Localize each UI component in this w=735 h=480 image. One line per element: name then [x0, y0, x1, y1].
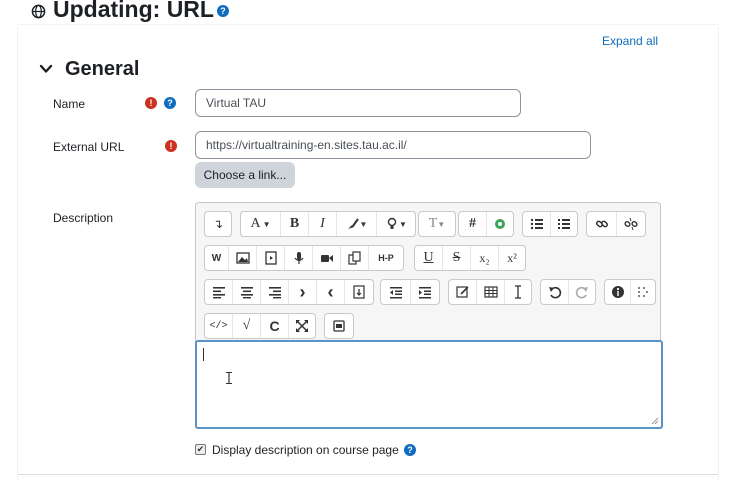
- align-left-icon[interactable]: [205, 280, 233, 304]
- html-code-icon[interactable]: </>: [205, 314, 233, 338]
- external-url-input[interactable]: https://virtualtraining-en.sites.tau.ac.…: [195, 131, 591, 159]
- image-icon[interactable]: [229, 246, 257, 270]
- word-import-icon[interactable]: W: [205, 246, 229, 270]
- choose-link-button[interactable]: Choose a link...: [195, 162, 295, 188]
- rtl-icon[interactable]: [345, 280, 373, 304]
- bullet-list-icon[interactable]: [523, 212, 551, 236]
- display-description-help-icon[interactable]: ?: [404, 444, 416, 456]
- page-title: Updating: URL: [53, 0, 214, 22]
- chevron-down-icon[interactable]: [39, 62, 53, 76]
- video-icon[interactable]: [313, 246, 341, 270]
- divider: [18, 474, 718, 475]
- strikethrough-icon[interactable]: S: [443, 246, 471, 270]
- undo-icon[interactable]: [541, 280, 569, 304]
- expand-all-link[interactable]: Expand all: [602, 34, 658, 48]
- manage-files-icon[interactable]: [341, 246, 369, 270]
- align-center-icon[interactable]: [233, 280, 261, 304]
- microphone-icon[interactable]: [285, 246, 313, 270]
- outdent-icon[interactable]: [381, 280, 411, 304]
- edit-note-icon[interactable]: [449, 280, 477, 304]
- name-input[interactable]: Virtual TAU: [195, 89, 521, 117]
- lightbulb-icon[interactable]: ▼: [377, 212, 415, 236]
- indent-icon[interactable]: [411, 280, 439, 304]
- resize-handle-icon[interactable]: [651, 417, 659, 425]
- template-icon[interactable]: [325, 314, 353, 338]
- align-right-icon[interactable]: [261, 280, 289, 304]
- underline-icon[interactable]: U: [415, 246, 443, 270]
- indent-left-icon[interactable]: ‹: [317, 280, 345, 304]
- recycle-icon[interactable]: [487, 212, 513, 236]
- italic-icon[interactable]: I: [309, 212, 337, 236]
- screenreader-helper-icon[interactable]: [631, 280, 655, 304]
- redo-icon[interactable]: [569, 280, 595, 304]
- name-help-icon[interactable]: ?: [164, 97, 176, 109]
- globe-icon: [31, 4, 46, 19]
- display-description-label: Display description on course page: [212, 443, 399, 457]
- display-description-checkbox[interactable]: ✔: [195, 444, 206, 455]
- title-help-icon[interactable]: ?: [217, 5, 229, 17]
- external-url-label: External URL: [53, 140, 125, 154]
- superscript-icon[interactable]: x²: [499, 246, 525, 270]
- text-caret: [203, 348, 204, 361]
- hashtag-icon[interactable]: #: [459, 212, 487, 236]
- numbered-list-icon[interactable]: [551, 212, 577, 236]
- unlink-icon[interactable]: [617, 212, 645, 236]
- accessibility-checker-icon[interactable]: [605, 280, 631, 304]
- indent-right-icon[interactable]: ›: [289, 280, 317, 304]
- link-icon[interactable]: [587, 212, 617, 236]
- clear-formatting-icon[interactable]: [505, 280, 531, 304]
- subscript-icon[interactable]: x₂: [471, 246, 499, 270]
- description-label: Description: [53, 211, 114, 225]
- required-icon: !: [145, 97, 157, 109]
- description-editor-area[interactable]: [195, 340, 663, 429]
- font-family-button[interactable]: A ▼: [241, 212, 281, 236]
- show-more-icon[interactable]: ↴: [205, 212, 231, 236]
- media-icon[interactable]: [257, 246, 285, 270]
- bold-icon[interactable]: B: [281, 212, 309, 236]
- fullscreen-icon[interactable]: [289, 314, 315, 338]
- paragraph-icon[interactable]: T ▼: [419, 212, 455, 236]
- h5p-icon[interactable]: H-P: [369, 246, 403, 270]
- atto-editor: ↴ A ▼ B I ▼ ▼ T ▼ # W H-P U S x₂ x² › ‹ …: [195, 202, 663, 429]
- equation-icon[interactable]: √: [233, 314, 261, 338]
- name-label: Name: [53, 97, 86, 111]
- section-title-general[interactable]: General: [65, 58, 139, 81]
- required-icon: !: [165, 140, 177, 152]
- copy-format-icon[interactable]: C: [261, 314, 289, 338]
- table-icon[interactable]: [477, 280, 505, 304]
- style-brush-icon[interactable]: ▼: [337, 212, 377, 236]
- text-cursor-icon: [226, 372, 232, 384]
